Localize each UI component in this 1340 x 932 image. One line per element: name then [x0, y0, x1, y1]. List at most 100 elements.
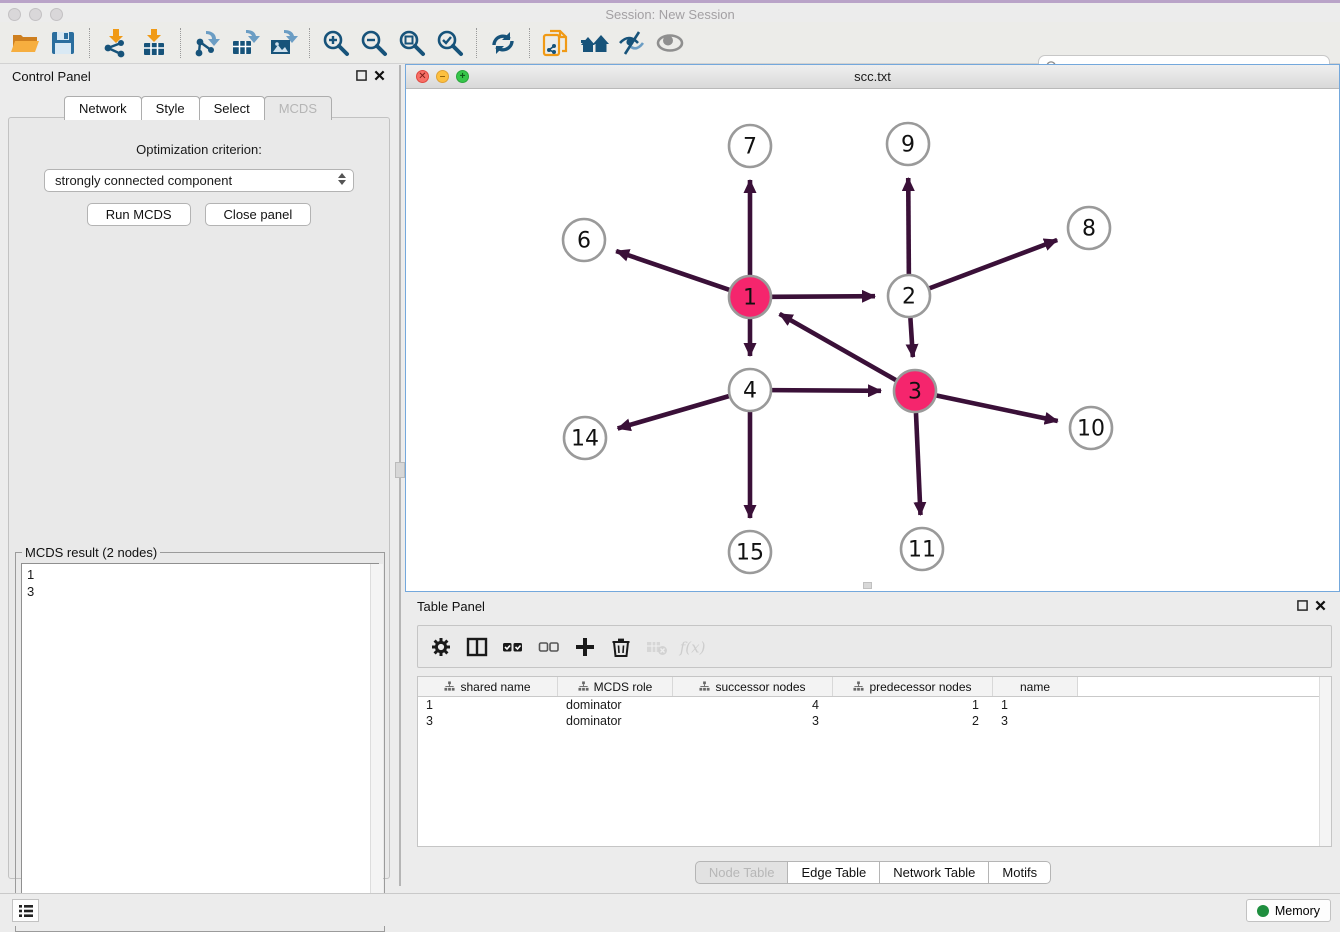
mcds-result-textarea[interactable]: 1 3 [21, 563, 379, 925]
node-label-15: 15 [736, 541, 764, 566]
clone-network-button[interactable] [537, 25, 575, 61]
tab-network-table[interactable]: Network Table [879, 861, 989, 884]
open-session-button[interactable] [6, 25, 44, 61]
cell-predecessor-nodes[interactable]: 2 [833, 714, 993, 728]
float-table-panel-icon[interactable] [1297, 600, 1308, 611]
edge-4-3[interactable] [772, 390, 881, 391]
node-label-3: 3 [908, 380, 922, 405]
export-network-button[interactable] [188, 25, 226, 61]
column-header-MCDS-role[interactable]: MCDS role [558, 677, 673, 696]
import-network-button[interactable] [97, 25, 135, 61]
network-window-titlebar[interactable]: ✕ – + scc.txt [406, 65, 1339, 89]
tab-motifs[interactable]: Motifs [988, 861, 1051, 884]
column-header-shared-name[interactable]: shared name [418, 677, 558, 696]
export-table-button[interactable] [226, 25, 264, 61]
float-panel-icon[interactable] [356, 70, 367, 81]
hide-selected-button[interactable] [613, 25, 651, 61]
toolbar-separator [309, 28, 310, 58]
edge-2-9[interactable] [908, 178, 909, 274]
gear-button[interactable] [426, 631, 456, 663]
run-mcds-button[interactable]: Run MCDS [87, 203, 191, 226]
dropdown-stepper-icon [338, 173, 346, 185]
zoom-in-icon [321, 28, 351, 58]
column-header-successor-nodes[interactable]: successor nodes [673, 677, 833, 696]
show-all-button[interactable] [651, 25, 689, 61]
select-all-checks-button[interactable] [498, 631, 528, 663]
cell-name[interactable]: 3 [993, 714, 1078, 728]
function-builder-icon: f(x) [678, 636, 708, 658]
node-label-2: 2 [902, 285, 916, 310]
clear-checks-button[interactable] [534, 631, 564, 663]
table-scrollbar[interactable] [1319, 677, 1331, 846]
edge-2-3[interactable] [910, 318, 912, 357]
node-label-4: 4 [743, 379, 757, 404]
close-window-button[interactable] [8, 8, 21, 21]
tab-node-table[interactable]: Node Table [695, 861, 789, 884]
cell-MCDS-role[interactable]: dominator [558, 714, 673, 728]
main-toolbar [0, 22, 1340, 64]
node-label-9: 9 [901, 133, 915, 158]
splitter-handle[interactable] [395, 462, 405, 478]
edge-3-10[interactable] [937, 396, 1058, 421]
refresh-icon [488, 28, 518, 58]
zoom-selected-button[interactable] [431, 25, 469, 61]
tab-mcds[interactable]: MCDS [264, 96, 332, 120]
tab-select[interactable]: Select [199, 96, 265, 120]
task-history-button[interactable] [12, 899, 39, 922]
network-canvas[interactable]: 7968124314101511 [406, 89, 1339, 591]
edge-2-8[interactable] [930, 240, 1058, 288]
zoom-out-button[interactable] [355, 25, 393, 61]
refresh-button[interactable] [484, 25, 522, 61]
zoom-in-button[interactable] [317, 25, 355, 61]
add-column-button[interactable] [570, 631, 600, 663]
maximize-window-button[interactable] [50, 8, 63, 21]
control-panel: Control Panel NetworkStyleSelectMCDS Opt… [0, 65, 395, 886]
tab-edge-table[interactable]: Edge Table [787, 861, 880, 884]
delete-table-icon [646, 636, 668, 658]
cell-successor-nodes[interactable]: 3 [673, 714, 833, 728]
import-table-button[interactable] [135, 25, 173, 61]
app-title: Session: New Session [0, 7, 1340, 22]
export-image-button[interactable] [264, 25, 302, 61]
cell-MCDS-role[interactable]: dominator [558, 698, 673, 712]
column-hierarchy-icon [444, 681, 455, 692]
column-header-name[interactable]: name [993, 677, 1078, 696]
select-all-checks-icon [502, 636, 524, 658]
edge-3-1[interactable] [780, 314, 896, 380]
memory-label: Memory [1275, 904, 1320, 918]
close-panel-button[interactable]: Close panel [205, 203, 312, 226]
close-panel-icon[interactable] [374, 70, 385, 81]
minimize-window-button[interactable] [29, 8, 42, 21]
edge-3-11[interactable] [916, 413, 921, 515]
result-scrollbar[interactable] [370, 564, 383, 924]
toolbar-separator [180, 28, 181, 58]
clear-checks-icon [538, 636, 560, 658]
delete-column-button[interactable] [606, 631, 636, 663]
close-table-panel-icon[interactable] [1315, 600, 1326, 611]
column-header-predecessor-nodes[interactable]: predecessor nodes [833, 677, 993, 696]
edge-1-2[interactable] [772, 296, 875, 297]
home-view-icon [579, 28, 609, 58]
zoom-fit-button[interactable] [393, 25, 431, 61]
cell-predecessor-nodes[interactable]: 1 [833, 698, 993, 712]
canvas-scrollbar-thumb[interactable] [863, 582, 872, 589]
split-columns-button[interactable] [462, 631, 492, 663]
hide-selected-icon [617, 28, 647, 58]
cell-shared-name[interactable]: 1 [418, 698, 558, 712]
save-session-button[interactable] [44, 25, 82, 61]
optimization-criterion-dropdown[interactable]: strongly connected component [44, 169, 354, 192]
add-column-icon [574, 636, 596, 658]
cell-successor-nodes[interactable]: 4 [673, 698, 833, 712]
memory-button[interactable]: Memory [1246, 899, 1331, 922]
task-list-icon [18, 904, 34, 918]
cell-name[interactable]: 1 [993, 698, 1078, 712]
home-view-button[interactable] [575, 25, 613, 61]
cell-shared-name[interactable]: 3 [418, 714, 558, 728]
column-hierarchy-icon [853, 681, 864, 692]
tab-style[interactable]: Style [141, 96, 200, 120]
edge-1-6[interactable] [616, 251, 729, 290]
zoom-fit-icon [397, 28, 427, 58]
edge-4-14[interactable] [618, 396, 729, 428]
show-all-icon [655, 28, 685, 58]
tab-network[interactable]: Network [64, 96, 142, 120]
